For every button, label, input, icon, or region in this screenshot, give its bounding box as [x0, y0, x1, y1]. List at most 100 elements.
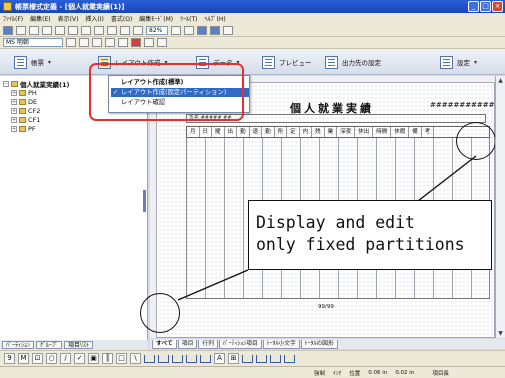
image-tool-icon[interactable]: ▣ [88, 353, 99, 364]
tree-item-label: PH [28, 88, 37, 97]
settings-icon [440, 55, 453, 69]
expand-icon[interactable]: + [11, 125, 17, 132]
zoom-in-icon[interactable] [171, 25, 181, 35]
underline-icon[interactable] [92, 38, 102, 47]
expand-icon[interactable]: + [11, 116, 17, 123]
align-icon[interactable] [197, 25, 207, 35]
folder-icon [11, 80, 18, 87]
barcode-tool-icon[interactable]: ║ [102, 353, 113, 364]
circle-tool-icon[interactable]: ○ [46, 353, 57, 364]
layer-icon[interactable] [210, 25, 220, 35]
menu-edit[interactable]: 編集(E) [30, 14, 50, 23]
partition-icon [19, 89, 26, 96]
tab-total-shapes[interactable]: ﾄｰﾀﾙの図形 [300, 339, 338, 349]
chevron-down-icon: ▾ [48, 58, 52, 66]
collapse-icon[interactable]: − [3, 80, 9, 87]
rect-tool-icon[interactable]: □ [116, 353, 127, 364]
bracket-shape-icon[interactable] [144, 354, 155, 363]
table-icon[interactable] [223, 25, 233, 35]
bracket-shape-icon[interactable] [256, 354, 267, 363]
preview-button[interactable]: プレビュー [262, 54, 312, 70]
tab-partition[interactable]: ﾊﾟｰﾃｨｼｮﾝ [2, 341, 35, 349]
font-tool-icon[interactable]: A [214, 353, 225, 364]
vertical-scrollbar[interactable]: ▲ ▼ [495, 76, 505, 338]
frame-tool-icon[interactable]: ⊞ [228, 353, 239, 364]
menu-format[interactable]: 書式(O) [111, 14, 132, 23]
menu-tools[interactable]: ﾂｰﾙ(T) [180, 14, 197, 23]
mark-tool-icon[interactable]: M [18, 353, 29, 364]
tab-partition-items[interactable]: ﾊﾟｰﾃｨｼｮﾝ項目 [218, 339, 262, 349]
line-tool-icon[interactable]: / [60, 353, 71, 364]
check-tool-icon[interactable]: ✓ [74, 353, 85, 364]
form-button[interactable]: 帳票 ▾ [14, 54, 51, 70]
grid-icon[interactable] [107, 25, 117, 35]
partition-marker[interactable] [143, 190, 146, 212]
font-select[interactable]: MS 明朝 [3, 38, 63, 47]
zoom-select[interactable]: 82% [146, 25, 168, 35]
copy-icon[interactable] [42, 25, 52, 35]
menu-edit-mode[interactable]: 編集ﾓｰﾄﾞ(M) [139, 14, 173, 23]
tab-items[interactable]: 項目 [177, 339, 198, 349]
undo-icon[interactable] [81, 25, 91, 35]
scroll-down-icon[interactable]: ▼ [496, 329, 505, 338]
expand-icon[interactable]: + [11, 89, 17, 96]
column-header-row[interactable]: 月 日 曜 出 勤 退 勤 所 定 内 残 業 深夜 休出 時間 休暇 備 考 [186, 126, 490, 138]
italic-icon[interactable] [79, 38, 89, 47]
scroll-up-icon[interactable]: ▲ [496, 76, 505, 85]
col-header: 備 [409, 127, 422, 137]
bracket-shape-icon[interactable] [270, 354, 281, 363]
col-header: 曜 [212, 127, 225, 137]
print-icon[interactable] [55, 25, 65, 35]
bracket-shape-icon[interactable] [172, 354, 183, 363]
open-icon[interactable] [29, 25, 39, 35]
close-button[interactable]: × [492, 1, 503, 12]
frame-icon[interactable] [120, 25, 130, 35]
bracket-shape-icon[interactable] [284, 354, 295, 363]
text-tool-icon[interactable]: 9 [4, 353, 15, 364]
tab-rows-cols[interactable]: 行列 [198, 339, 218, 349]
preview-icon [262, 55, 275, 69]
output-label: 出力先の設定 [342, 59, 381, 67]
bold-icon[interactable] [66, 38, 76, 47]
maximize-button[interactable]: □ [480, 1, 491, 12]
preview-label: プレビュー [279, 59, 312, 67]
expand-icon[interactable]: + [11, 107, 17, 114]
new-icon[interactable] [16, 25, 26, 35]
menu-file[interactable]: ﾌｧｲﾙ(F) [3, 14, 23, 23]
expand-icon[interactable]: + [11, 98, 17, 105]
settings-button[interactable]: 設定 ▾ [440, 54, 477, 70]
fill-icon[interactable] [157, 38, 167, 47]
preview-icon[interactable] [68, 25, 78, 35]
frame2-icon[interactable] [133, 25, 143, 35]
field-tool-icon[interactable]: ⊡ [32, 353, 43, 364]
date-field[interactable]: ############### [430, 101, 505, 109]
tab-group[interactable]: ｸﾞﾙｰﾌﾟ [36, 341, 63, 349]
diagonal-tool-icon[interactable]: \ [130, 353, 141, 364]
bracket-shape-icon[interactable] [186, 354, 197, 363]
bracket-shape-icon[interactable] [158, 354, 169, 363]
menu-insert[interactable]: 挿入(I) [85, 14, 103, 23]
bracket-shape-icon[interactable] [242, 354, 253, 363]
align-center-icon[interactable] [118, 38, 128, 47]
zoom-out-icon[interactable] [184, 25, 194, 35]
align-left-icon[interactable] [105, 38, 115, 47]
col-header: 内 [300, 127, 313, 137]
border-icon[interactable] [144, 38, 154, 47]
tree-item[interactable]: + PF [11, 124, 147, 133]
color-icon[interactable] [131, 38, 141, 47]
col-header: 業 [325, 127, 338, 137]
tree-item-label: CF2 [28, 106, 41, 115]
menu-view[interactable]: 表示(V) [58, 14, 79, 23]
tab-item-list[interactable]: 項目ﾘｽﾄ [64, 341, 94, 349]
tab-all[interactable]: すべて [152, 339, 177, 349]
minimize-button[interactable]: _ [468, 1, 479, 12]
drawing-toolbar: 9 M ⊡ ○ / ✓ ▣ ║ □ \ A ⊞ [0, 350, 505, 366]
menu-help[interactable]: ﾍﾙﾌﾟ(H) [205, 14, 226, 23]
save-icon[interactable] [3, 25, 13, 35]
redo-icon[interactable] [94, 25, 104, 35]
col-header: 残 [312, 127, 325, 137]
bracket-shape-icon[interactable] [200, 354, 211, 363]
col-header: 考 [422, 127, 435, 137]
output-settings-button[interactable]: 出力先の設定 [325, 54, 381, 70]
tab-total-text[interactable]: ﾄｰﾀﾙ小文字 [262, 339, 300, 349]
